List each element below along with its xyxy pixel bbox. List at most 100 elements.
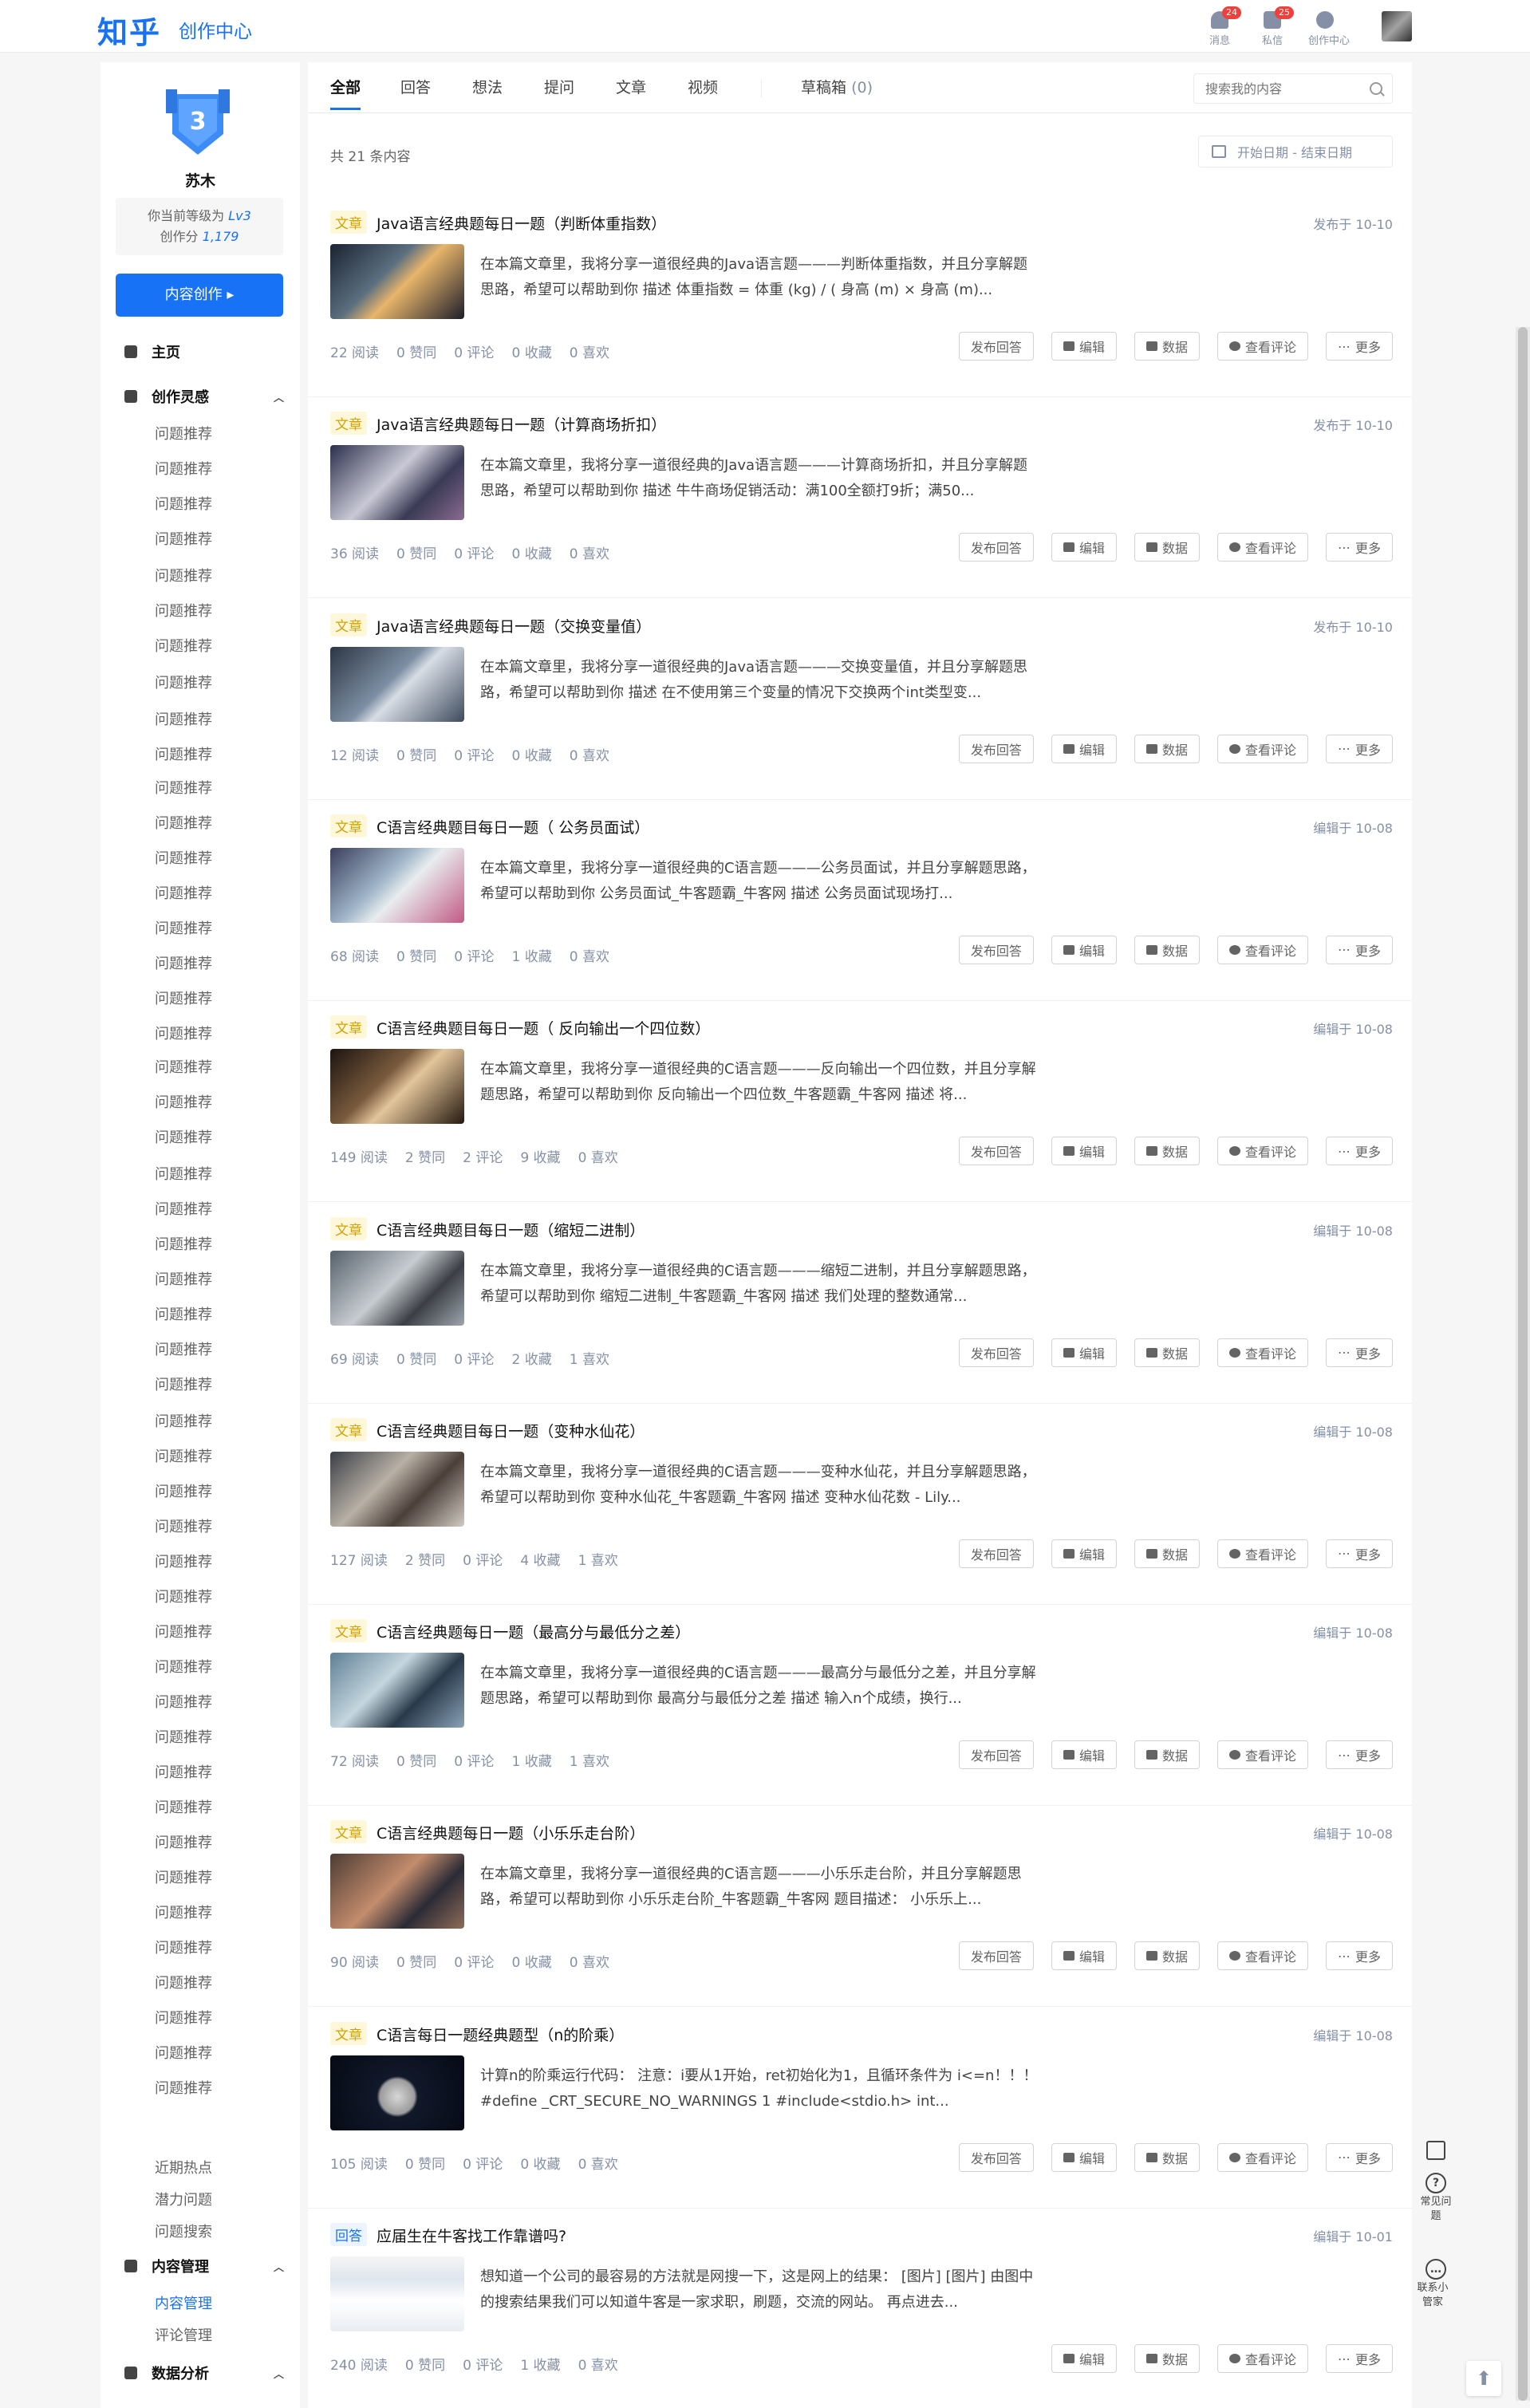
content-title[interactable]: C语言经典题目每日一题（ 公务员面试）: [377, 816, 649, 837]
sidebar-item-recommend[interactable]: 问题推荐: [155, 1586, 212, 1606]
publish-answer-button[interactable]: 发布回答: [958, 1137, 1034, 1166]
nav-content-management[interactable]: 内容管理 ︿: [124, 2256, 284, 2276]
publish-answer-button[interactable]: 发布回答: [958, 1941, 1034, 1971]
sidebar-item-recommend[interactable]: 问题推荐: [155, 1796, 212, 1817]
sidebar-item-recommend[interactable]: 问题推荐: [155, 1233, 212, 1254]
sidebar-item-recommend[interactable]: 问题推荐: [155, 1445, 212, 1466]
sidebar-item-recommend[interactable]: 问题推荐: [155, 1621, 212, 1641]
sidebar-item-recommend[interactable]: 问题推荐: [155, 1515, 212, 1536]
view-comments-button[interactable]: 查看评论: [1217, 935, 1308, 964]
content-title[interactable]: Java语言经典题每日一题（计算商场折扣）: [377, 413, 666, 435]
sidebar-item-recommend[interactable]: 问题推荐: [155, 1551, 212, 1571]
edit-button[interactable]: 编辑: [1051, 332, 1117, 361]
content-excerpt[interactable]: 想知道一个公司的最容易的方法就是网搜一下，这是网上的结果： [图片] [图片] …: [480, 2264, 1039, 2315]
messages-button[interactable]: 24 消息: [1203, 6, 1241, 47]
view-comments-button[interactable]: 查看评论: [1217, 1740, 1308, 1770]
private-messages-button[interactable]: 25 私信: [1256, 6, 1294, 47]
more-button[interactable]: ⋯ 更多: [1325, 2344, 1393, 2373]
content-excerpt[interactable]: 在本篇文章里，我将分享一道很经典的C语言题———变种水仙花，并且分享解题思路，希…: [480, 1460, 1039, 1511]
sidebar-item-recommend[interactable]: 问题推荐: [155, 708, 212, 729]
sidebar-item-recommend[interactable]: 问题推荐: [155, 847, 212, 868]
content-title[interactable]: C语言经典题目每日一题（变种水仙花）: [377, 1420, 645, 1441]
sidebar-item-search[interactable]: 问题搜索: [155, 2221, 212, 2241]
more-button[interactable]: ⋯ 更多: [1325, 1338, 1393, 1367]
publish-answer-button[interactable]: 发布回答: [958, 734, 1034, 763]
content-excerpt[interactable]: 在本篇文章里，我将分享一道很经典的C语言题———缩短二进制，并且分享解题思路，希…: [480, 1259, 1039, 1310]
data-button[interactable]: 数据: [1134, 332, 1200, 361]
content-thumbnail[interactable]: [330, 847, 464, 923]
publish-answer-button[interactable]: 发布回答: [958, 1539, 1034, 1568]
sidebar-item-recommend[interactable]: 问题推荐: [155, 743, 212, 764]
view-comments-button[interactable]: 查看评论: [1217, 734, 1308, 763]
sidebar-item-recommend[interactable]: 问题推荐: [155, 1163, 212, 1184]
edit-button[interactable]: 编辑: [1051, 1137, 1117, 1166]
publish-answer-button[interactable]: 发布回答: [958, 935, 1034, 964]
edit-button[interactable]: 编辑: [1051, 1941, 1117, 1971]
edit-button[interactable]: 编辑: [1051, 1539, 1117, 1568]
tab-questions[interactable]: 提问: [544, 76, 574, 97]
content-title[interactable]: C语言经典题目每日一题（ 反向输出一个四位数）: [377, 1017, 710, 1038]
creator-center-title[interactable]: 创作中心: [179, 16, 252, 43]
view-comments-button[interactable]: 查看评论: [1217, 2344, 1308, 2373]
data-button[interactable]: 数据: [1134, 1740, 1200, 1770]
sidebar-item-recommend[interactable]: 问题推荐: [155, 1866, 212, 1887]
view-comments-button[interactable]: 查看评论: [1217, 1137, 1308, 1166]
sidebar-item-recommend[interactable]: 问题推荐: [155, 2077, 212, 2098]
edit-button[interactable]: 编辑: [1051, 1338, 1117, 1367]
data-button[interactable]: 数据: [1134, 1941, 1200, 1971]
tab-thoughts[interactable]: 想法: [472, 76, 503, 97]
view-comments-button[interactable]: 查看评论: [1217, 533, 1308, 562]
sidebar-item-content[interactable]: 内容管理: [155, 2292, 212, 2313]
tab-drafts[interactable]: 草稿箱 (0): [801, 76, 873, 97]
scrollbar-thumb[interactable]: [1518, 327, 1528, 2401]
sidebar-item-recommend[interactable]: 问题推荐: [155, 777, 212, 798]
sidebar-item-recommend[interactable]: 问题推荐: [155, 1091, 212, 1112]
sidebar-item-recommend[interactable]: 问题推荐: [155, 1761, 212, 1782]
view-comments-button[interactable]: 查看评论: [1217, 1539, 1308, 1568]
sidebar-item-recommend[interactable]: 问题推荐: [155, 1726, 212, 1747]
sidebar-item-recommend[interactable]: 问题推荐: [155, 1410, 212, 1431]
sidebar-item-recommend[interactable]: 问题推荐: [155, 1656, 212, 1677]
content-thumbnail[interactable]: [330, 244, 464, 319]
sidebar-item-recommend[interactable]: 问题推荐: [155, 1198, 212, 1219]
rail-widget[interactable]: [1420, 2141, 1452, 2160]
edit-button[interactable]: 编辑: [1051, 2344, 1117, 2373]
data-button[interactable]: 数据: [1134, 734, 1200, 763]
sidebar-item-recommend[interactable]: 问题推荐: [155, 2007, 212, 2028]
tab-articles[interactable]: 文章: [616, 76, 646, 97]
nav-inspiration[interactable]: 创作灵感 ︿: [124, 386, 284, 407]
sidebar-item-recommend[interactable]: 问题推荐: [155, 1937, 212, 1957]
create-content-button[interactable]: 内容创作 ▸: [116, 274, 283, 317]
data-button[interactable]: 数据: [1134, 2142, 1200, 2172]
sidebar-item-recommend[interactable]: 问题推荐: [155, 1480, 212, 1501]
publish-answer-button[interactable]: 发布回答: [958, 533, 1034, 562]
data-button[interactable]: 数据: [1134, 2344, 1200, 2373]
content-excerpt[interactable]: 在本篇文章里，我将分享一道很经典的Java语言题———判断体重指数，并且分享解题…: [480, 252, 1039, 303]
contact-button[interactable]: … 联系小管家: [1417, 2259, 1452, 2310]
content-thumbnail[interactable]: [330, 2055, 464, 2130]
more-button[interactable]: ⋯ 更多: [1325, 533, 1393, 562]
data-button[interactable]: 数据: [1134, 1539, 1200, 1568]
sidebar-item-recommend[interactable]: 问题推荐: [155, 635, 212, 656]
content-title[interactable]: C语言每日一题经典题型（n的阶乘）: [377, 2024, 624, 2045]
sidebar-item-recommend[interactable]: 问题推荐: [155, 1126, 212, 1147]
content-excerpt[interactable]: 在本篇文章里，我将分享一道很经典的Java语言题———交换变量值，并且分享解题思…: [480, 655, 1039, 706]
publish-answer-button[interactable]: 发布回答: [958, 1740, 1034, 1770]
view-comments-button[interactable]: 查看评论: [1217, 1338, 1308, 1367]
data-button[interactable]: 数据: [1134, 1137, 1200, 1166]
avatar[interactable]: [1382, 11, 1412, 41]
search-input[interactable]: [1194, 74, 1346, 103]
more-button[interactable]: ⋯ 更多: [1325, 935, 1393, 964]
tab-all[interactable]: 全部: [330, 76, 361, 110]
sidebar-item-recommend[interactable]: 问题推荐: [155, 565, 212, 585]
content-title[interactable]: C语言经典题每日一题（最高分与最低分之差）: [377, 1621, 690, 1642]
publish-answer-button[interactable]: 发布回答: [958, 332, 1034, 361]
sidebar-item-potential[interactable]: 潜力问题: [155, 2189, 212, 2209]
faq-button[interactable]: ? 常见问题: [1420, 2173, 1452, 2224]
content-title[interactable]: C语言经典题每日一题（小乐乐走台阶）: [377, 1822, 645, 1843]
sidebar-item-recommend[interactable]: 问题推荐: [155, 1373, 212, 1394]
content-title[interactable]: 应届生在牛客找工作靠谱吗?: [377, 2225, 566, 2246]
more-button[interactable]: ⋯ 更多: [1325, 734, 1393, 763]
content-excerpt[interactable]: 在本篇文章里，我将分享一道很经典的C语言题———反向输出一个四位数，并且分享解题…: [480, 1057, 1039, 1108]
content-title[interactable]: C语言经典题目每日一题（缩短二进制）: [377, 1219, 645, 1240]
